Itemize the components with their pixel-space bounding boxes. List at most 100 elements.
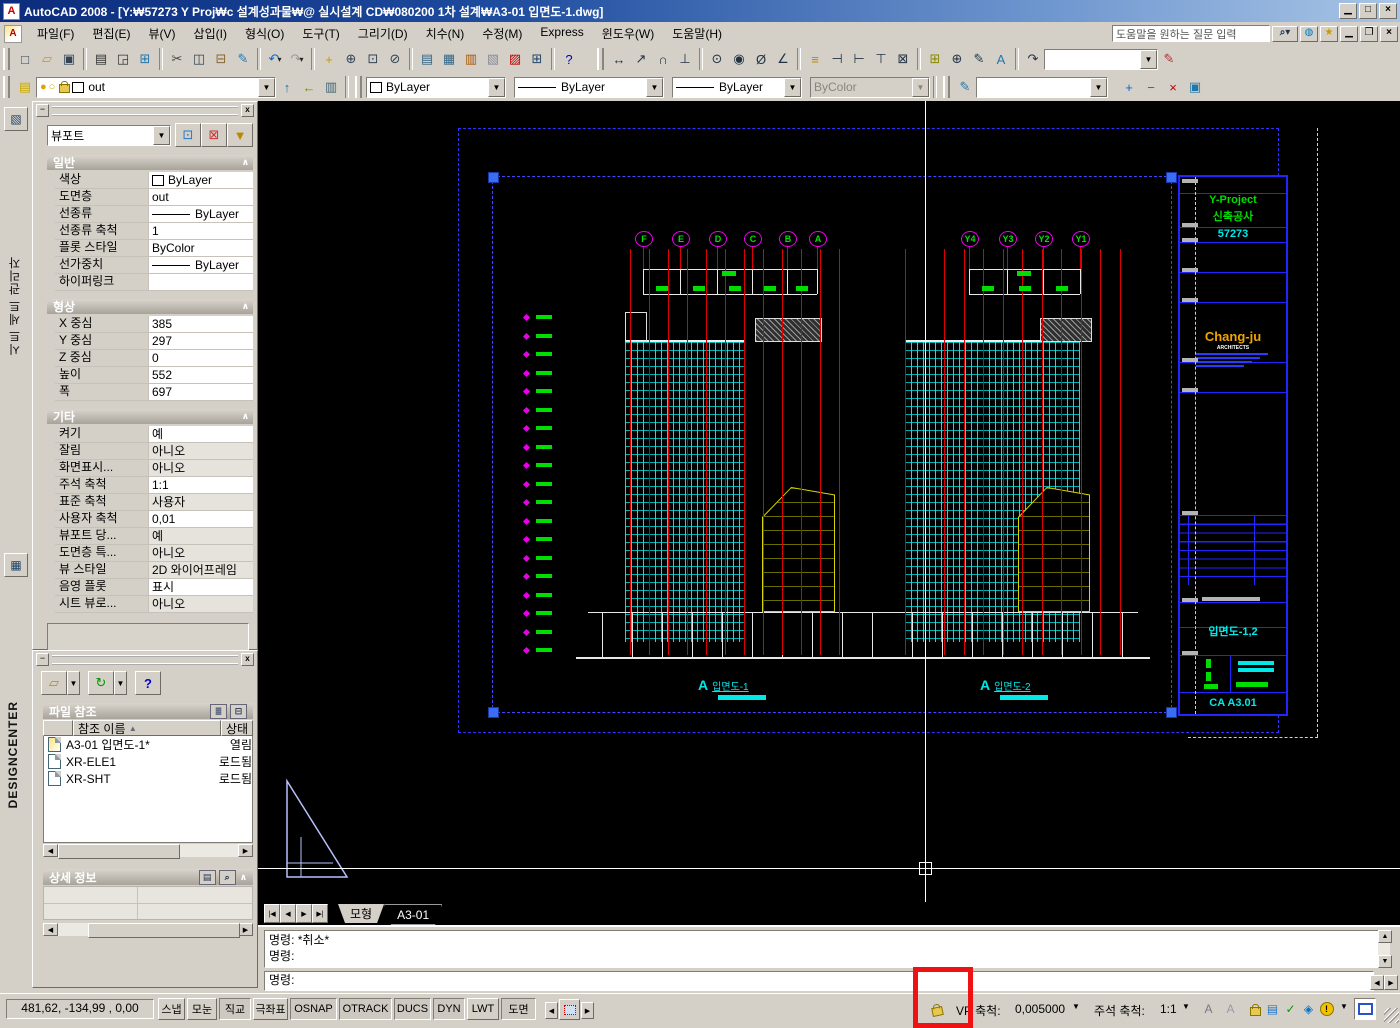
xref-row[interactable]: A3-01 입면도-1*열림 <box>44 736 252 753</box>
toolbar-handle[interactable] <box>597 48 604 70</box>
preview-view-icon[interactable]: ⌕ <box>219 870 236 885</box>
sheetset-palette-label[interactable]: 시트 세트 관리자 <box>6 256 23 356</box>
property-row[interactable]: 음영 플롯표시 <box>55 579 253 596</box>
dim-baseline-icon[interactable]: ⊣ <box>826 48 848 70</box>
property-row[interactable]: X 중심385 <box>55 316 253 333</box>
dim-text-edit-icon[interactable]: A <box>990 48 1012 70</box>
designcenter-icon[interactable]: ▦ <box>438 48 460 70</box>
property-row[interactable]: 주석 축척1:1 <box>55 477 253 494</box>
dim-update-icon[interactable]: ↷ <box>1022 48 1044 70</box>
section-header-일반[interactable]: 일반∧ <box>47 155 253 170</box>
designcenter-palette-tab-icon[interactable]: ▦ <box>4 553 28 577</box>
open-icon[interactable]: ▱ <box>36 48 58 70</box>
color-select[interactable]: ByLayer▼ <box>366 77 506 98</box>
scroll-left-icon[interactable]: ◀ <box>1370 975 1384 990</box>
annotation-scale-value[interactable]: 1:1 <box>1160 1002 1177 1016</box>
lightbulb-icon[interactable]: ● <box>40 81 47 93</box>
dim-tolerance-icon[interactable]: ⊞ <box>924 48 946 70</box>
property-row[interactable]: 폭697 <box>55 384 253 401</box>
dim-style-select[interactable]: ▼ <box>1044 49 1158 70</box>
viewport-grip[interactable] <box>1166 707 1177 718</box>
details-view-icon[interactable]: ▤ <box>199 870 216 885</box>
add-to-workset-icon[interactable]: + <box>1118 76 1140 98</box>
property-row[interactable]: 하이퍼링크 <box>55 274 253 291</box>
menu-1[interactable]: 파일(F) <box>28 22 83 45</box>
dim-arc-length-icon[interactable]: ∩ <box>652 48 674 70</box>
title-bar[interactable]: A AutoCAD 2008 - [Y:₩57273 Y Proj₩c 설계성과… <box>0 0 1400 22</box>
palette-close-icon[interactable]: x <box>241 104 254 117</box>
chevron-down-icon[interactable]: ▼ <box>1090 78 1107 97</box>
property-row[interactable]: 뷰포트 당...예 <box>55 528 253 545</box>
maximize-viewport-icon[interactable] <box>559 999 580 1020</box>
dim-space-icon[interactable]: ⊤ <box>870 48 892 70</box>
toggle-OSNAP[interactable]: OSNAP <box>290 998 337 1020</box>
scroll-up-icon[interactable]: ▲ <box>1378 930 1392 943</box>
close-button[interactable]: × <box>1379 3 1397 19</box>
plot-icon[interactable]: ▤ <box>90 48 112 70</box>
menu-9[interactable]: 수정(M) <box>473 22 531 45</box>
menu-6[interactable]: 도구(T) <box>293 22 348 45</box>
details-horizontal-scrollbar[interactable]: ◀ ▶ <box>43 923 253 936</box>
next-viewport-icon[interactable]: ▶ <box>581 1002 594 1019</box>
publish-icon[interactable]: ⊞ <box>134 48 156 70</box>
layer-properties-manager-icon[interactable]: ▤ <box>14 76 36 98</box>
chevron-down-icon[interactable]: ▼ <box>1140 50 1157 69</box>
sync-check-icon[interactable]: ✓ <box>1282 1000 1299 1017</box>
help-search-input[interactable] <box>1112 25 1270 42</box>
freeze-sun-icon[interactable]: ○ <box>49 81 56 93</box>
property-row[interactable]: 선종류 축척1 <box>55 223 253 240</box>
name-column-header[interactable]: 참조 이름 ▲ <box>73 720 221 736</box>
help-button[interactable]: ? <box>135 671 161 695</box>
sheetset-palette-tab-icon[interactable]: ▧ <box>4 107 28 131</box>
plotstyle-select[interactable]: ByColor▼ <box>810 77 930 98</box>
section-header-형상[interactable]: 형상∧ <box>47 299 253 314</box>
help-icon[interactable]: ? <box>558 48 580 70</box>
layer-select[interactable]: ●○out▼ <box>36 77 276 98</box>
dim-linear-icon[interactable]: ↔ <box>608 48 630 70</box>
viewport-grip[interactable] <box>1166 172 1177 183</box>
match-properties-icon[interactable]: ✎ <box>232 48 254 70</box>
scroll-right-icon[interactable]: ▶ <box>238 844 253 857</box>
plot-preview-icon[interactable]: ◲ <box>112 48 134 70</box>
toolbar-handle[interactable] <box>355 76 362 98</box>
zoom-realtime-icon[interactable]: ⊕ <box>340 48 362 70</box>
tab-layout-a3-01[interactable]: A3-01 <box>384 904 442 925</box>
close-reference-save-icon[interactable]: ▣ <box>1184 76 1206 98</box>
lineweight-select[interactable]: ByLayer▼ <box>672 77 802 98</box>
toggle-OTRACK[interactable]: OTRACK <box>339 998 392 1020</box>
toolbar-handle[interactable] <box>3 76 10 98</box>
prev-viewport-icon[interactable]: ◀ <box>545 1002 558 1019</box>
menu-2[interactable]: 편집(E) <box>83 22 139 45</box>
quick-dimension-icon[interactable]: ≡ <box>804 48 826 70</box>
dim-diameter-icon[interactable]: Ø <box>750 48 772 70</box>
dim-jogged-icon[interactable]: ◉ <box>728 48 750 70</box>
command-input[interactable]: 명령: <box>264 971 1374 991</box>
xref-row[interactable]: XR-SHT로드됨 <box>44 770 252 787</box>
property-row[interactable]: 선가중치ByLayer <box>55 257 253 274</box>
list-view-icon[interactable]: ≣ <box>210 704 227 719</box>
markup-manager-icon[interactable]: ▨ <box>504 48 526 70</box>
designcenter-palette-label[interactable]: DESIGNCENTER <box>6 701 20 808</box>
property-row[interactable]: 잘림아니오 <box>55 443 253 460</box>
zoom-window-icon[interactable]: ⊡ <box>362 48 384 70</box>
refresh-options-chevron-icon[interactable]: ▼ <box>114 671 127 695</box>
palette-grab-bar[interactable] <box>52 655 238 665</box>
drawing-canvas[interactable]: FEDCBAA입면도-1Y4Y3Y2Y1A입면도-2Y-Project신축공사5… <box>258 101 1400 902</box>
dim-aligned-icon[interactable]: ↗ <box>630 48 652 70</box>
dim-angular-icon[interactable]: ∠ <box>772 48 794 70</box>
toggle-직교[interactable]: 직교 <box>219 998 251 1020</box>
layer-lock-icon[interactable] <box>59 84 70 93</box>
layer-previous-icon[interactable]: ← <box>298 76 320 98</box>
performance-lamp-icon[interactable]: ! <box>1318 1000 1335 1017</box>
zoom-previous-icon[interactable]: ⊘ <box>384 48 406 70</box>
attach-options-chevron-icon[interactable]: ▼ <box>67 671 80 695</box>
menu-7[interactable]: 그리기(D) <box>349 22 417 45</box>
toggle-도면[interactable]: 도면 <box>501 998 536 1020</box>
property-row[interactable]: 사용자 축척0,01 <box>55 511 253 528</box>
resize-grip[interactable] <box>1384 1008 1399 1023</box>
object-type-select[interactable]: 뷰포트 ▼ <box>47 125 171 146</box>
last-tab-icon[interactable]: ▶| <box>312 904 328 923</box>
undo-icon[interactable]: ↶▾ <box>264 48 286 70</box>
xref-horizontal-scrollbar[interactable]: ◀ ▶ <box>43 844 253 857</box>
dim-break-icon[interactable]: ⊠ <box>892 48 914 70</box>
